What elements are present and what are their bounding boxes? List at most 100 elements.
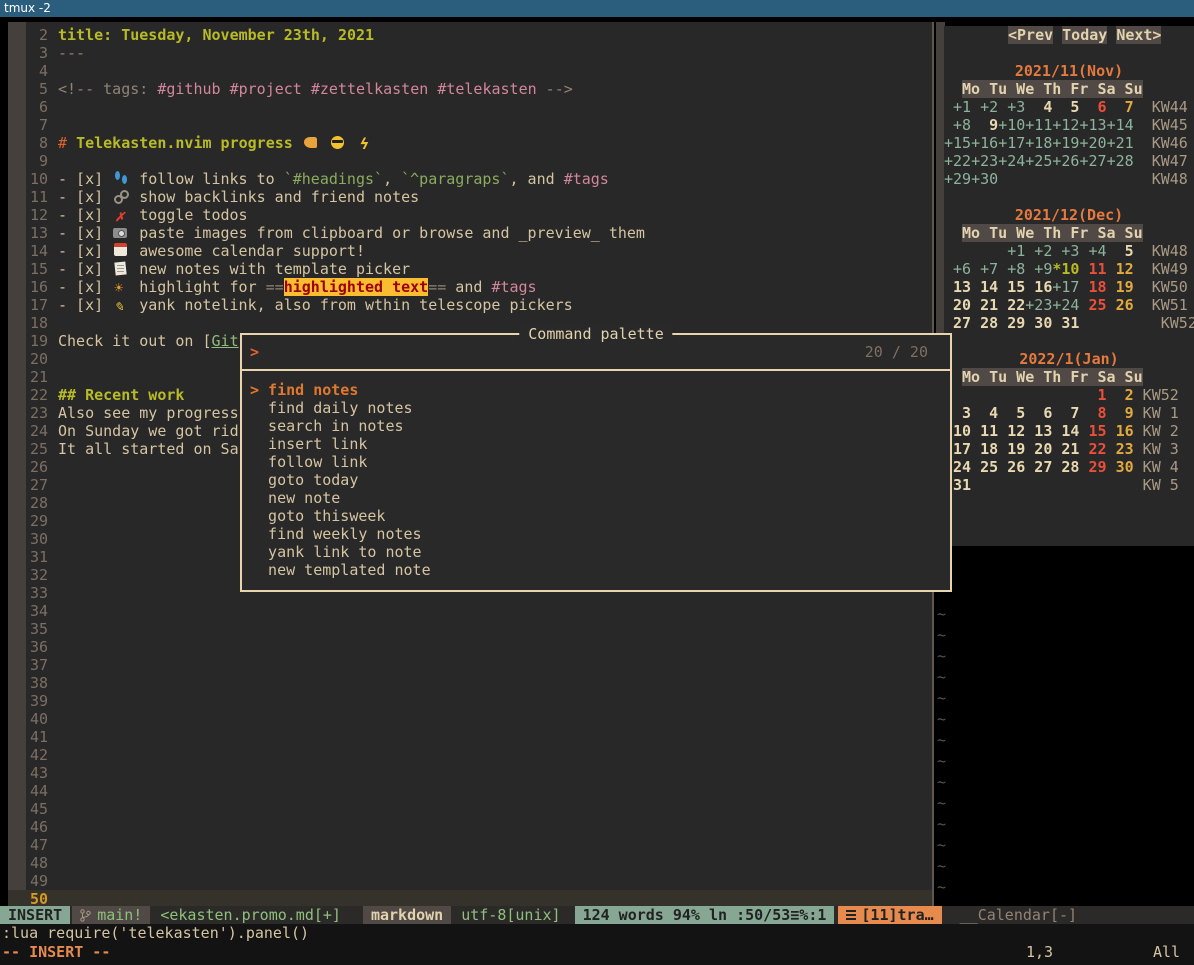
- calendar-day[interactable]: 22: [1079, 440, 1106, 458]
- calendar-day[interactable]: +3: [998, 98, 1025, 116]
- calendar-day[interactable]: +8: [998, 260, 1025, 278]
- calendar-day[interactable]: +18: [1025, 134, 1052, 152]
- calendar-day[interactable]: 18: [1079, 278, 1106, 296]
- calendar-day[interactable]: 14: [971, 278, 998, 296]
- palette-item[interactable]: yank link to note: [250, 543, 950, 561]
- editor-line-12[interactable]: 12- [x] toggle todos: [8, 206, 932, 224]
- calendar-day[interactable]: +4: [1079, 242, 1106, 260]
- calendar-day[interactable]: 19: [1107, 278, 1134, 296]
- calendar-day[interactable]: +15: [944, 134, 971, 152]
- calendar-day[interactable]: 15: [1079, 422, 1106, 440]
- calendar-day[interactable]: +2: [1025, 242, 1052, 260]
- calendar-day[interactable]: 28: [1052, 458, 1079, 476]
- palette-item[interactable]: goto today: [250, 471, 950, 489]
- editor-line-42[interactable]: 42: [8, 746, 932, 764]
- calendar-day[interactable]: +14: [1107, 116, 1134, 134]
- calendar-day[interactable]: +17: [1052, 278, 1079, 296]
- palette-item[interactable]: find weekly notes: [250, 525, 950, 543]
- calendar-day[interactable]: 29: [1079, 458, 1106, 476]
- calendar-day[interactable]: 18: [971, 440, 998, 458]
- calendar-day[interactable]: 5: [1052, 98, 1079, 116]
- editor-line-40[interactable]: 40: [8, 710, 932, 728]
- editor-line-39[interactable]: 39: [8, 692, 932, 710]
- editor-line-37[interactable]: 37: [8, 656, 932, 674]
- calendar-day[interactable]: +24: [998, 152, 1025, 170]
- editor-line-2[interactable]: 2title: Tuesday, November 23th, 2021: [8, 26, 932, 44]
- calendar-day[interactable]: 28: [971, 314, 998, 332]
- calendar-day[interactable]: 5: [998, 404, 1025, 422]
- calendar-day[interactable]: +9: [1025, 260, 1052, 278]
- calendar-day[interactable]: 15: [998, 278, 1025, 296]
- calendar-day[interactable]: +11: [1025, 116, 1052, 134]
- calendar-day[interactable]: +28: [1107, 152, 1134, 170]
- calendar-day[interactable]: +7: [971, 260, 998, 278]
- calendar-day[interactable]: 4: [971, 404, 998, 422]
- command-palette[interactable]: Command palette > 20 / 20 > find notes f…: [240, 333, 952, 592]
- calendar-day[interactable]: +1: [998, 242, 1025, 260]
- calendar-day[interactable]: 25: [1079, 296, 1106, 314]
- calendar-day[interactable]: 20: [1025, 440, 1052, 458]
- calendar-day[interactable]: 12: [1107, 260, 1134, 278]
- calendar-day[interactable]: 27: [944, 314, 971, 332]
- palette-item[interactable]: find daily notes: [250, 399, 950, 417]
- palette-item[interactable]: > find notes: [250, 381, 950, 399]
- calendar-day[interactable]: 23: [1107, 440, 1134, 458]
- tab-indicator[interactable]: [11]tra…: [838, 906, 941, 924]
- calendar-day[interactable]: 30: [1025, 314, 1052, 332]
- calendar-day[interactable]: +29: [944, 170, 971, 188]
- calendar-nav-today-button[interactable]: Today: [1062, 26, 1107, 44]
- calendar-day[interactable]: 26: [998, 458, 1025, 476]
- calendar-day[interactable]: +26: [1052, 152, 1079, 170]
- command-line[interactable]: :lua require('telekasten').panel(): [2, 924, 309, 942]
- calendar-day[interactable]: +30: [971, 170, 998, 188]
- calendar-day[interactable]: +19: [1052, 134, 1079, 152]
- calendar-day[interactable]: 4: [1025, 98, 1052, 116]
- calendar-day[interactable]: +2: [971, 98, 998, 116]
- calendar-day[interactable]: 2: [1107, 386, 1134, 404]
- calendar-day[interactable]: +10: [998, 116, 1025, 134]
- editor-line-14[interactable]: 14- [x] awesome calendar support!: [8, 242, 932, 260]
- calendar-day[interactable]: 13: [944, 278, 971, 296]
- editor-line-5[interactable]: 5<!-- tags: #github #project #zettelkast…: [8, 80, 932, 98]
- calendar-day[interactable]: 21: [971, 296, 998, 314]
- calendar-day[interactable]: 7: [1107, 98, 1134, 116]
- calendar-day[interactable]: 16: [1025, 278, 1052, 296]
- editor-line-17[interactable]: 17- [x] yank notelink, also from wthin t…: [8, 296, 932, 314]
- calendar-day[interactable]: 22: [998, 296, 1025, 314]
- calendar-day[interactable]: 1: [1079, 386, 1106, 404]
- editor-line-4[interactable]: 4: [8, 62, 932, 80]
- calendar-day[interactable]: 25: [971, 458, 998, 476]
- editor-line-48[interactable]: 48: [8, 854, 932, 872]
- calendar-day[interactable]: *10: [1052, 260, 1079, 278]
- calendar-day[interactable]: 19: [998, 440, 1025, 458]
- editor-line-44[interactable]: 44: [8, 782, 932, 800]
- calendar-day[interactable]: 20: [944, 296, 971, 314]
- palette-item[interactable]: new note: [250, 489, 950, 507]
- calendar-day[interactable]: +17: [998, 134, 1025, 152]
- palette-item[interactable]: new templated note: [250, 561, 950, 579]
- editor-line-9[interactable]: 9: [8, 152, 932, 170]
- editor-line-15[interactable]: 15- [x] new notes with template picker: [8, 260, 932, 278]
- calendar-day[interactable]: 5: [1107, 242, 1134, 260]
- calendar-day[interactable]: +20: [1079, 134, 1106, 152]
- calendar-nav-next-button[interactable]: Next>: [1116, 26, 1161, 44]
- calendar-day[interactable]: 6: [1025, 404, 1052, 422]
- calendar-day[interactable]: 9: [971, 116, 998, 134]
- calendar-day[interactable]: 8: [1079, 404, 1106, 422]
- calendar-day[interactable]: 14: [1052, 422, 1079, 440]
- editor-line-43[interactable]: 43: [8, 764, 932, 782]
- editor-line-46[interactable]: 46: [8, 818, 932, 836]
- calendar-day[interactable]: 16: [1107, 422, 1134, 440]
- editor-line-3[interactable]: 3---: [8, 44, 932, 62]
- calendar-day[interactable]: 13: [1025, 422, 1052, 440]
- calendar-day[interactable]: 11: [1079, 260, 1106, 278]
- editor-line-50[interactable]: 50: [8, 890, 932, 906]
- palette-item[interactable]: insert link: [250, 435, 950, 453]
- editor-line-10[interactable]: 10- [x] follow links to `#headings`, `^p…: [8, 170, 932, 188]
- editor-line-38[interactable]: 38: [8, 674, 932, 692]
- calendar-day[interactable]: 6: [1079, 98, 1106, 116]
- editor-line-45[interactable]: 45: [8, 800, 932, 818]
- calendar-day[interactable]: +21: [1107, 134, 1134, 152]
- calendar-day[interactable]: 29: [998, 314, 1025, 332]
- calendar-day[interactable]: +12: [1052, 116, 1079, 134]
